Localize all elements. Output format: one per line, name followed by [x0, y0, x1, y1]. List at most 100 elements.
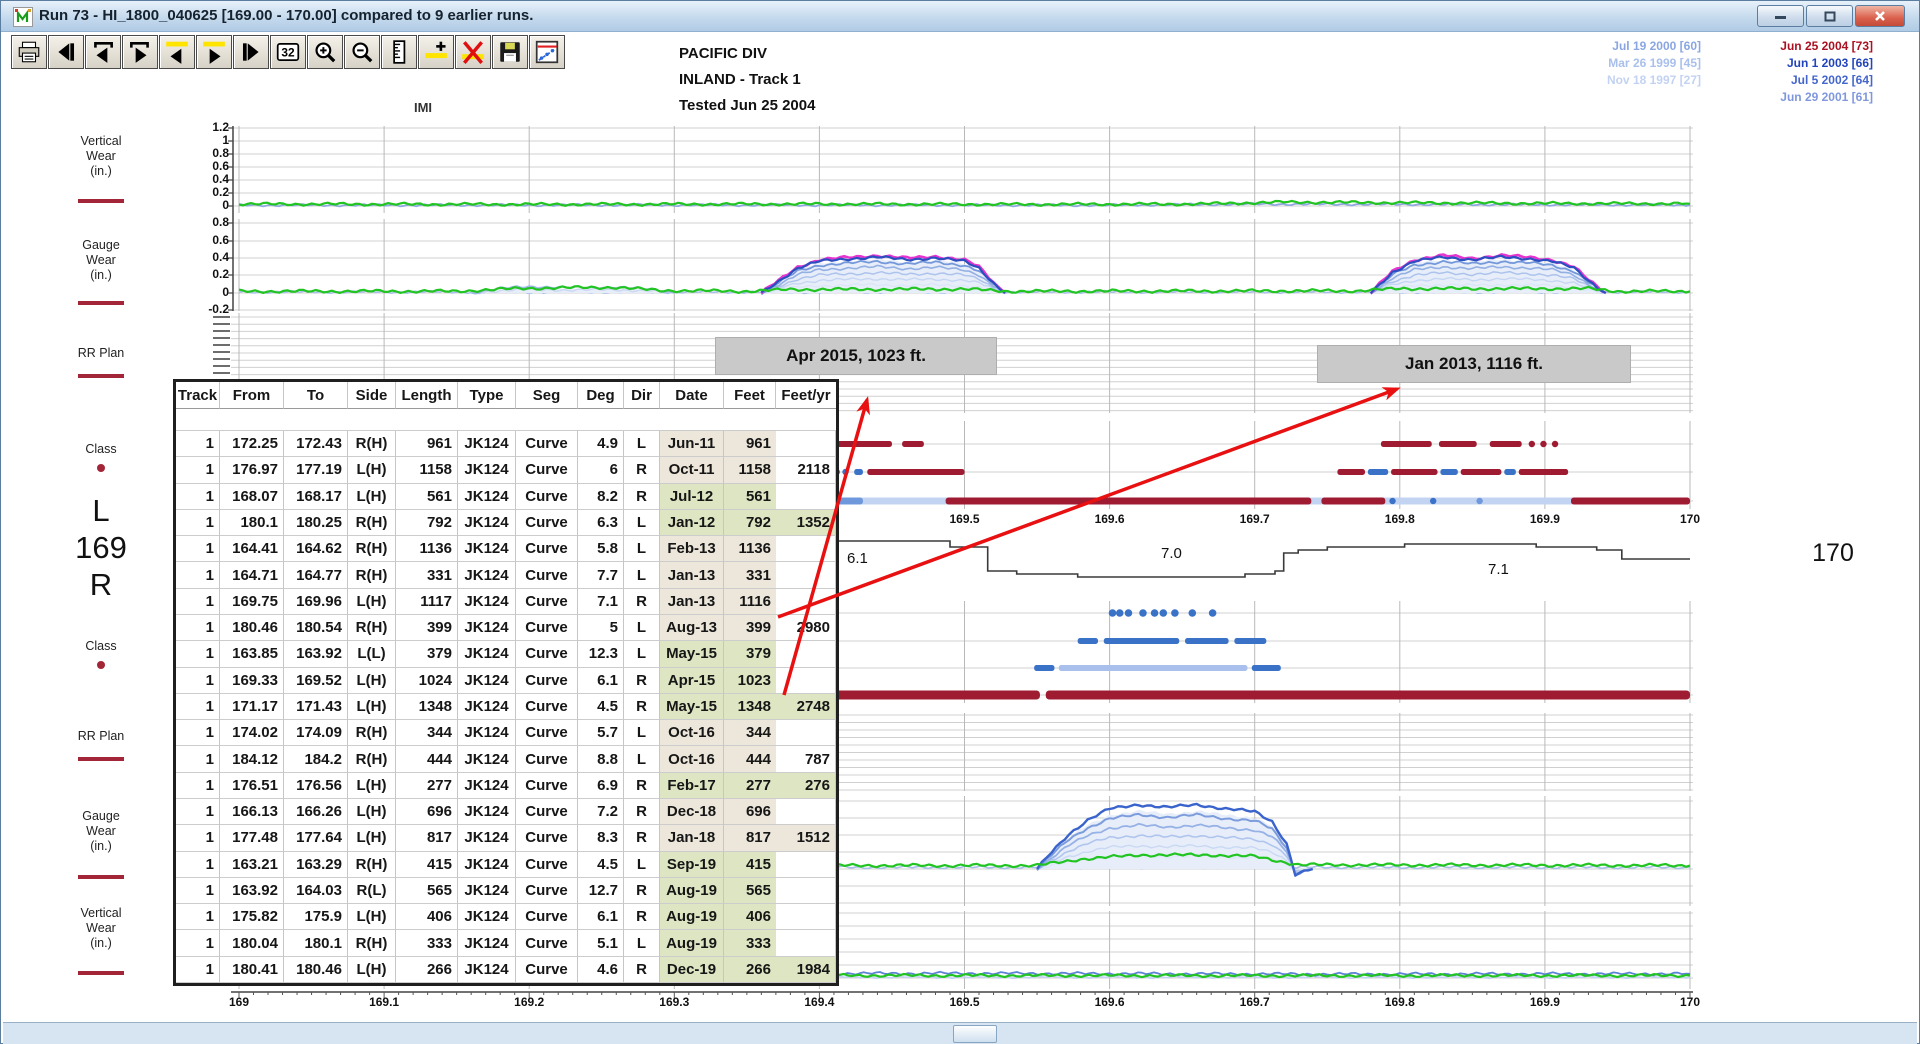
table-cell: 344: [724, 720, 776, 746]
table-cell: 1: [176, 957, 220, 983]
table-cell: Oct-16: [660, 746, 724, 772]
table-cell: [776, 641, 836, 667]
table-cell: JK124: [458, 825, 516, 851]
table-cell: R(L): [348, 878, 396, 904]
table-cell: R(H): [348, 852, 396, 878]
table-cell: 1: [176, 773, 220, 799]
table-cell: 163.85: [220, 641, 284, 667]
table-cell: Dec-19: [660, 957, 724, 983]
table-cell: Curve: [516, 773, 578, 799]
table-cell: 406: [724, 904, 776, 930]
table-cell: Curve: [516, 668, 578, 694]
table-cell: [776, 852, 836, 878]
table-cell: 164.41: [220, 536, 284, 562]
table-cell: [776, 484, 836, 510]
table-cell: 176.56: [284, 773, 348, 799]
table-cell: 1136: [724, 536, 776, 562]
table-cell: Jan-12: [660, 510, 724, 536]
table-cell: Curve: [516, 720, 578, 746]
table-cell: R(H): [348, 720, 396, 746]
table-cell: 379: [396, 641, 458, 667]
table-cell: L(H): [348, 773, 396, 799]
table-cell: 344: [396, 720, 458, 746]
table-cell: JK124: [458, 431, 516, 457]
table-cell: Curve: [516, 930, 578, 956]
table-cell: 1: [176, 746, 220, 772]
table-cell: JK124: [458, 589, 516, 615]
table-cell: 4.6: [578, 957, 624, 983]
table-cell: L: [624, 562, 660, 588]
table-cell: 1348: [724, 694, 776, 720]
table-cell: 696: [724, 799, 776, 825]
table-cell: 1158: [396, 457, 458, 483]
table-cell: 1: [176, 825, 220, 851]
table-cell: 177.64: [284, 825, 348, 851]
app-window: Run 73 - HI_1800_040625 [169.00 - 170.00…: [0, 0, 1920, 1044]
table-cell: Curve: [516, 904, 578, 930]
table-cell: 163.29: [284, 852, 348, 878]
curve-table[interactable]: TrackFromToSideLengthTypeSegDegDirDateFe…: [173, 379, 839, 986]
table-cell: 1117: [396, 589, 458, 615]
table-cell: JK124: [458, 510, 516, 536]
table-cell: 331: [396, 562, 458, 588]
table-cell: 565: [724, 878, 776, 904]
table-cell: 180.04: [220, 930, 284, 956]
table-cell: Jul-12: [660, 484, 724, 510]
table-cell: 277: [724, 773, 776, 799]
table-cell: JK124: [458, 562, 516, 588]
table-cell: 180.25: [284, 510, 348, 536]
table-cell: Sep-19: [660, 852, 724, 878]
table-cell: 169.75: [220, 589, 284, 615]
table-cell: 1512: [776, 825, 836, 851]
table-cell: Curve: [516, 457, 578, 483]
table-cell: 2748: [776, 694, 836, 720]
horizontal-scrollbar[interactable]: [3, 1022, 1917, 1044]
table-cell: 175.82: [220, 904, 284, 930]
table-cell: 1: [176, 694, 220, 720]
table-cell: 180.1: [220, 510, 284, 536]
table-cell: Curve: [516, 589, 578, 615]
table-cell: R: [624, 957, 660, 983]
table-cell: R(H): [348, 562, 396, 588]
table-cell: 1: [176, 510, 220, 536]
table-cell: R: [624, 878, 660, 904]
table-cell: 444: [724, 746, 776, 772]
table-cell: JK124: [458, 694, 516, 720]
table-cell: [776, 720, 836, 746]
scrollbar-thumb[interactable]: [953, 1025, 997, 1043]
table-cell: 7.7: [578, 562, 624, 588]
table-cell: 7.2: [578, 799, 624, 825]
table-cell: 184.2: [284, 746, 348, 772]
table-cell: R(H): [348, 930, 396, 956]
table-cell: 166.26: [284, 799, 348, 825]
table-cell: 180.1: [284, 930, 348, 956]
table-cell: 1: [176, 457, 220, 483]
table-cell: 1: [176, 641, 220, 667]
table-cell: R: [624, 799, 660, 825]
table-cell: L: [624, 930, 660, 956]
table-cell: R: [624, 589, 660, 615]
table-cell: JK124: [458, 773, 516, 799]
table-cell: 817: [724, 825, 776, 851]
callout-jan-2013: Jan 2013, 1116 ft.: [1317, 345, 1631, 383]
table-cell: L: [624, 431, 660, 457]
table-cell: 163.92: [284, 641, 348, 667]
table-cell: 164.77: [284, 562, 348, 588]
table-cell: 792: [396, 510, 458, 536]
table-cell: 961: [396, 431, 458, 457]
table-cell: 1: [176, 852, 220, 878]
table-cell: 184.12: [220, 746, 284, 772]
table-cell: 166.13: [220, 799, 284, 825]
table-cell: L(L): [348, 641, 396, 667]
table-cell: 8.2: [578, 484, 624, 510]
table-cell: Curve: [516, 431, 578, 457]
table-cell: [776, 431, 836, 457]
table-cell: [776, 878, 836, 904]
table-cell: Oct-16: [660, 720, 724, 746]
callout-apr-2015: Apr 2015, 1023 ft.: [715, 337, 997, 375]
table-cell: 399: [724, 615, 776, 641]
table-cell: 1984: [776, 957, 836, 983]
table-cell: 180.54: [284, 615, 348, 641]
table-cell: Curve: [516, 484, 578, 510]
table-cell: JK124: [458, 878, 516, 904]
